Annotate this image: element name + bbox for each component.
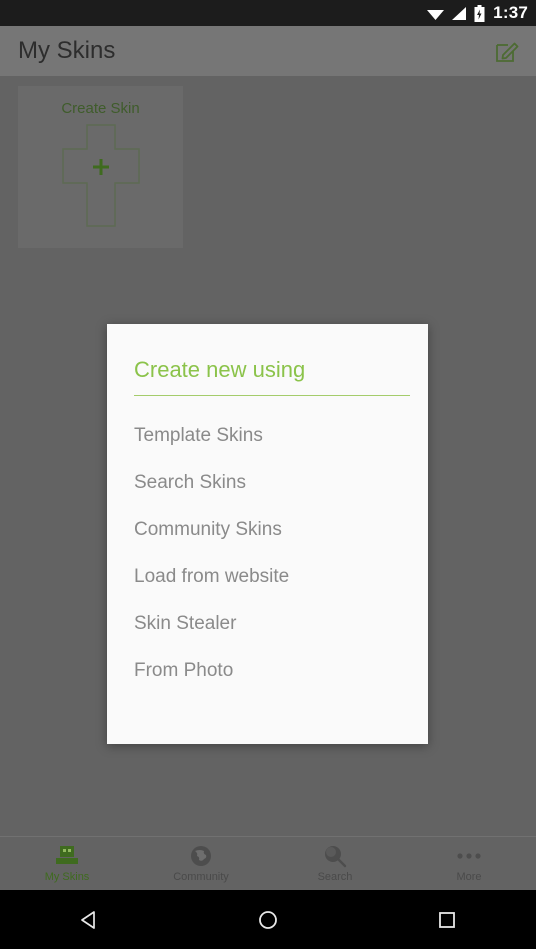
overflow-dots-icon: [456, 845, 482, 867]
edit-icon[interactable]: [490, 34, 524, 68]
nav-item-more[interactable]: More: [402, 837, 536, 890]
nav-label-search: Search: [317, 870, 353, 883]
magnifier-icon: [323, 845, 347, 867]
app-bar: My Skins: [0, 26, 536, 76]
dialog-item-skin-stealer[interactable]: Skin Stealer: [107, 600, 428, 647]
battery-icon: [474, 4, 485, 22]
create-skin-card[interactable]: Create Skin: [18, 86, 183, 248]
create-skin-label: Create Skin: [61, 100, 140, 117]
nav-item-search[interactable]: Search: [268, 837, 402, 890]
phone-screen: 1:37 My Skins Create Skin Create new usi…: [0, 0, 536, 949]
android-navigation-bar: [0, 890, 536, 949]
wifi-icon: [426, 6, 445, 21]
nav-label-community: Community: [173, 870, 229, 883]
signal-icon: [451, 6, 468, 21]
nav-item-community[interactable]: Community: [134, 837, 268, 890]
back-triangle-icon[interactable]: [59, 900, 119, 940]
globe-icon: [189, 845, 213, 867]
page-title: My Skins: [18, 37, 116, 64]
dialog-title: Create new using: [134, 357, 306, 382]
dialog-item-template-skins[interactable]: Template Skins: [107, 412, 428, 459]
status-bar: 1:37: [0, 0, 536, 26]
dialog-option-list: Template Skins Search Skins Community Sk…: [107, 396, 428, 694]
nav-label-my-skins: My Skins: [44, 870, 90, 883]
dialog-item-community-skins[interactable]: Community Skins: [107, 506, 428, 553]
content-area: Create Skin Create new using Template Sk…: [0, 76, 536, 836]
dialog-item-from-photo[interactable]: From Photo: [107, 647, 428, 694]
nav-item-my-skins[interactable]: My Skins: [0, 837, 134, 890]
status-bar-clock: 1:37: [493, 3, 528, 22]
recents-square-icon[interactable]: [417, 900, 477, 940]
nav-label-more: More: [456, 870, 482, 883]
create-new-using-dialog: Create new using Template Skins Search S…: [107, 324, 428, 744]
dialog-item-load-from-website[interactable]: Load from website: [107, 553, 428, 600]
bottom-navigation: My Skins Community Search More: [0, 836, 536, 890]
home-circle-icon[interactable]: [238, 900, 298, 940]
dialog-item-search-skins[interactable]: Search Skins: [107, 459, 428, 506]
skin-head-icon: [53, 845, 81, 867]
skin-template-cross-icon: [61, 123, 141, 233]
